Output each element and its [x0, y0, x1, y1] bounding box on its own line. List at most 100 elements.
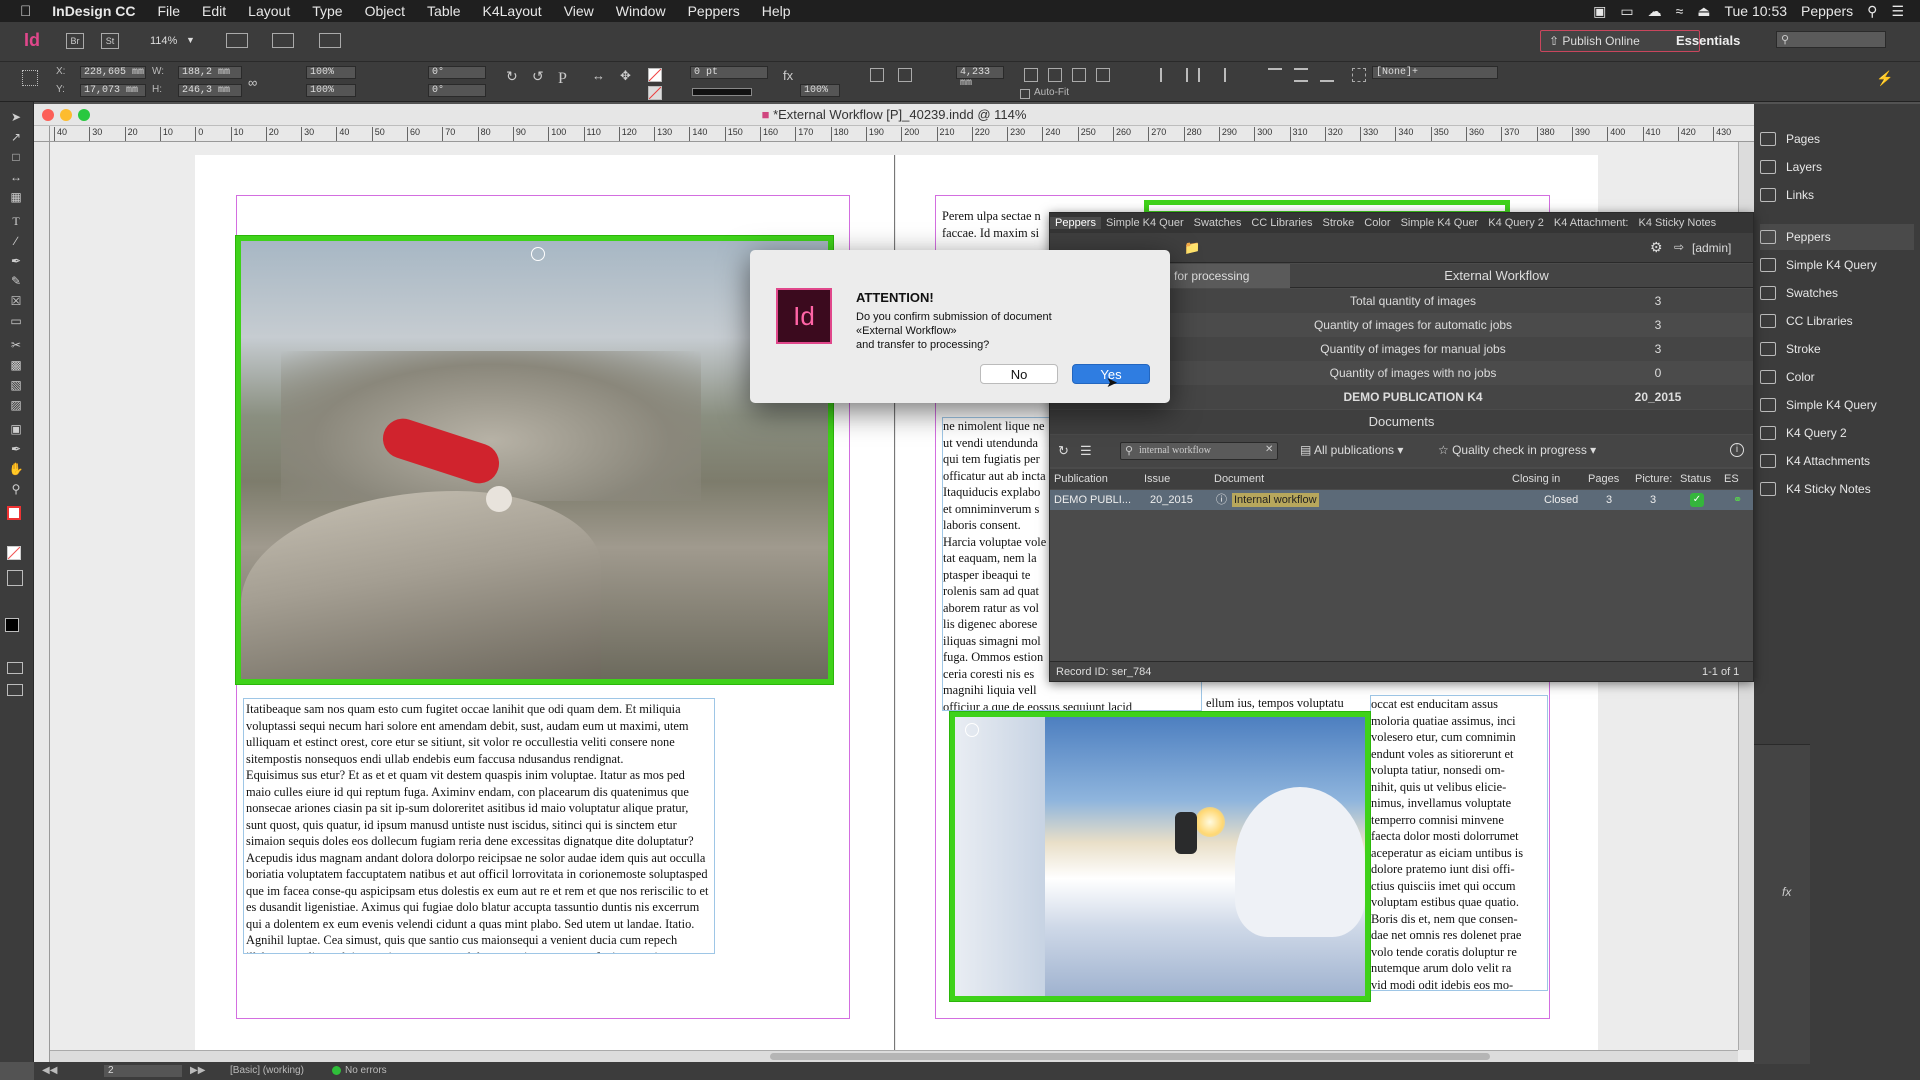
frame-content-grabber-icon[interactable]	[531, 247, 545, 261]
right-column-text-frame[interactable]: occat est enducitam assus moloria quatia…	[1370, 695, 1548, 991]
rotation-angle-field[interactable]: 0°	[428, 66, 486, 79]
hand-tool-icon[interactable]: ✋	[8, 462, 24, 476]
pencil-tool-icon[interactable]: ✎	[8, 274, 24, 288]
column-issue[interactable]: Issue	[1144, 469, 1170, 489]
column-pictures[interactable]: Picture:	[1635, 469, 1672, 489]
info-icon[interactable]: i	[1730, 443, 1744, 457]
normal-view-mode-icon[interactable]	[7, 662, 23, 674]
preflight-errors[interactable]: No errors	[345, 1065, 387, 1076]
auto-fit-checkbox[interactable]	[1020, 89, 1030, 99]
tab-k4-query-2[interactable]: K4 Query 2	[1483, 217, 1549, 229]
text-direction-icon[interactable]: P	[558, 70, 567, 88]
menu-window[interactable]: Window	[605, 3, 677, 19]
gradient-tool-icon[interactable]: ▧	[8, 378, 24, 392]
fit-frame-icon[interactable]	[1048, 68, 1062, 82]
status-filter[interactable]: ☆ Quality check in progress ▾	[1438, 443, 1596, 457]
dock-k4-sticky-notes[interactable]: K4 Sticky Notes	[1760, 476, 1914, 502]
apply-none-icon[interactable]	[7, 546, 21, 560]
no-button[interactable]: No	[980, 364, 1058, 384]
zoom-dropdown-icon[interactable]: ▼	[186, 35, 195, 45]
fill-color-icon[interactable]	[7, 506, 21, 520]
dock-pages[interactable]: Pages	[1760, 126, 1914, 152]
menu-table[interactable]: Table	[416, 3, 471, 19]
left-body-text-frame[interactable]: Itatibeaque sam nos quam esto cum fugite…	[243, 698, 715, 954]
fill-frame-icon[interactable]	[1096, 68, 1110, 82]
dock-peppers[interactable]: Peppers	[1760, 224, 1914, 250]
gap-tool-icon[interactable]: ↔	[8, 170, 24, 184]
dock-links[interactable]: Links	[1760, 182, 1914, 208]
dock-stroke[interactable]: Stroke	[1760, 336, 1914, 362]
page-tool-icon[interactable]: □	[8, 150, 24, 164]
preflight-profile[interactable]: [Basic] (working)	[230, 1065, 304, 1076]
column-document[interactable]: Document	[1214, 469, 1264, 489]
tab-k4-attachments[interactable]: K4 Attachment:	[1549, 217, 1634, 229]
align-center-icon[interactable]	[1186, 68, 1200, 82]
page-number-field[interactable]: 2	[104, 1065, 182, 1077]
tab-swatches[interactable]: Swatches	[1189, 217, 1247, 229]
object-style-icon[interactable]	[1352, 68, 1366, 82]
column-publication[interactable]: Publication	[1054, 469, 1108, 489]
content-collector-icon[interactable]: ▦	[8, 190, 24, 204]
align-middle-icon[interactable]	[1294, 68, 1308, 82]
align-right-icon[interactable]	[1212, 68, 1226, 82]
dock-cc-libraries[interactable]: CC Libraries	[1760, 308, 1914, 334]
bridge-icon[interactable]: Br	[66, 33, 84, 49]
zoom-tool-icon[interactable]: ⚲	[8, 482, 24, 496]
clock[interactable]: Tue 10:53	[1724, 3, 1787, 19]
fx-icon[interactable]: fx	[783, 68, 793, 83]
width-field[interactable]: 188,2 mm	[178, 66, 242, 79]
apple-icon[interactable]: 	[0, 3, 41, 20]
stroke-swatch[interactable]	[648, 86, 662, 100]
next-page-icon[interactable]: ▶▶	[190, 1065, 205, 1076]
dock-color[interactable]: Color	[1760, 364, 1914, 390]
dock-layers[interactable]: Layers	[1760, 154, 1914, 180]
menu-help[interactable]: Help	[751, 3, 802, 19]
mid-column-text-frame[interactable]: ellum ius, tempos voluptatu	[1206, 695, 1376, 713]
rotate-ccw-icon[interactable]: ↺	[532, 68, 544, 85]
close-window-icon[interactable]	[42, 109, 54, 121]
view-options-icon[interactable]	[226, 33, 248, 48]
object-style-select[interactable]: [None]+	[1372, 66, 1498, 79]
menu-type[interactable]: Type	[301, 3, 353, 19]
offset-field[interactable]: 4,233 mm	[956, 66, 1004, 89]
zoom-level[interactable]: 114%	[150, 35, 177, 47]
screen-mode-icon[interactable]	[272, 33, 294, 48]
dock-swatches[interactable]: Swatches	[1760, 280, 1914, 306]
direct-selection-tool-icon[interactable]: ↗	[8, 130, 24, 144]
selection-tool-icon[interactable]: ➤	[8, 110, 24, 124]
tab-cc-libraries[interactable]: CC Libraries	[1246, 217, 1317, 229]
text-wrap-none-icon[interactable]	[870, 68, 884, 82]
dock-simple-k4-query[interactable]: Simple K4 Query	[1760, 252, 1914, 278]
stroke-type-selector[interactable]	[692, 88, 752, 96]
search-help-input[interactable]: ⚲	[1776, 31, 1886, 48]
height-field[interactable]: 246,3 mm	[178, 84, 242, 97]
scale-x-field[interactable]: 100%	[306, 66, 356, 79]
documents-search-input[interactable]: ⚲ internal workflow ✕	[1120, 442, 1278, 460]
eject-icon[interactable]: ⏏	[1697, 3, 1710, 20]
column-closing-in[interactable]: Closing in	[1512, 469, 1560, 489]
table-row[interactable]: DEMO PUBLI... 20_2015 ⓘ Internal workflo…	[1050, 490, 1753, 510]
horizontal-ruler[interactable]: 40 30 20 10 0 10 20 30 40 50 60 70 80 90 100 110 120 130 1…	[50, 126, 1754, 142]
folder-icon[interactable]: 📁	[1184, 240, 1200, 256]
preview-mode-icon[interactable]	[7, 684, 23, 696]
note-tool-icon[interactable]: ▣	[8, 422, 24, 436]
collapsed-panel-stack[interactable]: fx	[1754, 744, 1810, 1064]
menu-layout[interactable]: Layout	[237, 3, 301, 19]
refresh-icon[interactable]: ↻	[1058, 443, 1069, 459]
rotate-cw-icon[interactable]: ↻	[506, 68, 518, 85]
shear-angle-field[interactable]: 0°	[428, 84, 486, 97]
flip-horizontal-icon[interactable]: ↔	[592, 68, 605, 83]
vertical-ruler[interactable]	[34, 142, 50, 1062]
user-name[interactable]: Peppers	[1801, 3, 1853, 19]
fill-swatch[interactable]	[648, 68, 662, 82]
horizontal-scroll-thumb[interactable]	[770, 1053, 1490, 1060]
tab-simple-k4-query[interactable]: Simple K4 Quer	[1101, 217, 1189, 229]
align-top-icon[interactable]	[1268, 68, 1282, 82]
info-icon[interactable]: ⓘ	[1216, 490, 1227, 510]
publications-filter[interactable]: ▤ All publications ▾	[1300, 443, 1403, 457]
menu-peppers[interactable]: Peppers	[677, 3, 751, 19]
menu-object[interactable]: Object	[354, 3, 416, 19]
rectangle-frame-tool-icon[interactable]: ☒	[8, 294, 24, 308]
tab-peppers[interactable]: Peppers	[1050, 217, 1101, 229]
photo-snow-scene[interactable]	[950, 712, 1370, 1001]
